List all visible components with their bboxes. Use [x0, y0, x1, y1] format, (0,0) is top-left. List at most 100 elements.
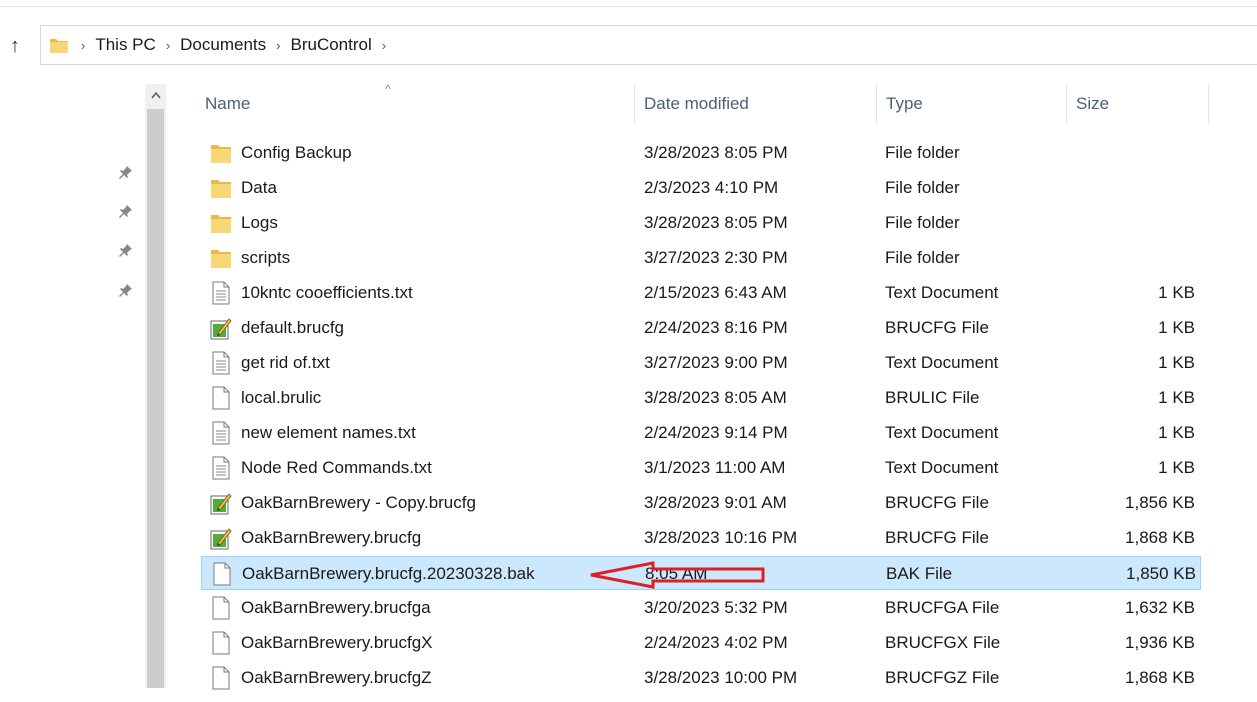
pin-icon[interactable]: [118, 242, 134, 258]
pin-icon[interactable]: [118, 164, 134, 180]
column-divider[interactable]: [1066, 84, 1067, 124]
file-date-modified: 3/28/2023 8:05 PM: [644, 213, 788, 232]
breadcrumb-this-pc[interactable]: This PC: [95, 35, 155, 55]
file-name: OakBarnBrewery.brucfga: [241, 598, 431, 617]
file-size: 1,850 KB: [1126, 564, 1196, 583]
folder-icon: [210, 246, 232, 270]
file-size: 1 KB: [1158, 353, 1195, 372]
file-type: File folder: [885, 178, 960, 197]
file-size: [1051, 241, 1195, 275]
file-name: local.brulic: [241, 388, 322, 407]
text-file-icon: [210, 351, 232, 375]
chevron-right-icon[interactable]: ›: [276, 38, 280, 53]
file-row[interactable]: scripts 3/27/2023 2:30 PM File folder: [201, 241, 1201, 275]
text-file-icon: [210, 281, 232, 305]
file-type: BAK File: [886, 564, 953, 583]
chevron-right-icon[interactable]: ›: [166, 38, 170, 53]
folder-icon: [49, 35, 69, 55]
file-size: 1,936 KB: [1125, 633, 1195, 652]
pin-icon[interactable]: [118, 203, 134, 219]
breadcrumb-brucontrol[interactable]: BruControl: [290, 35, 371, 55]
blank-file-icon: [210, 386, 232, 410]
file-size: [1051, 136, 1195, 170]
file-name: 10kntc cooefficients.txt: [241, 283, 413, 302]
breadcrumb-documents[interactable]: Documents: [180, 35, 266, 55]
column-size-header[interactable]: Size: [1068, 84, 1208, 124]
chevron-right-icon[interactable]: ›: [81, 38, 85, 53]
file-date-modified: 3/27/2023 2:30 PM: [644, 248, 788, 267]
column-divider[interactable]: [1208, 84, 1209, 124]
file-size: [1051, 171, 1195, 205]
file-size: 1 KB: [1158, 388, 1195, 407]
file-date-modified: 3/28/2023 10:16 PM: [644, 528, 798, 547]
text-file-icon: [210, 421, 232, 445]
file-type: Text Document: [885, 353, 999, 372]
file-row[interactable]: Logs 3/28/2023 8:05 PM File folder: [201, 206, 1201, 240]
file-row[interactable]: 10kntc cooefficients.txt 2/15/2023 6:43 A…: [201, 276, 1201, 310]
blank-file-icon: [211, 562, 233, 586]
edit-file-icon: [210, 526, 232, 550]
file-row[interactable]: local.brulic 3/28/2023 8:05 AM BRULIC File…: [201, 381, 1201, 415]
file-name: Config Backup: [241, 143, 352, 162]
blank-file-icon: [210, 596, 232, 620]
file-size: 1 KB: [1158, 458, 1195, 477]
file-row[interactable]: Config Backup 3/28/2023 8:05 PM File folde…: [201, 136, 1201, 170]
file-row[interactable]: default.brucfg 2/24/2023 8:16 PM BRUCFG Fi…: [201, 311, 1201, 345]
column-name-header[interactable]: Name: [197, 84, 634, 124]
file-name: OakBarnBrewery.brucfgX: [241, 633, 433, 652]
file-date-modified: 3/28/2023 10:00 PM: [644, 668, 798, 687]
column-date-header[interactable]: Date modified: [636, 84, 876, 124]
scroll-up-icon[interactable]: [145, 84, 166, 106]
file-size: [1051, 206, 1195, 240]
text-file-icon: [210, 456, 232, 480]
file-row[interactable]: OakBarnBrewery.brucfgZ 3/28/2023 10:00 PM…: [201, 661, 1201, 695]
file-date-modified: 3/1/2023 11:00 AM: [644, 458, 786, 477]
file-date-modified: 3/27/2023 9:00 PM: [644, 353, 788, 372]
column-header: ^ Name Date modified Type Size: [166, 82, 1257, 124]
edit-file-icon: [210, 491, 232, 515]
file-row[interactable]: Data 2/3/2023 4:10 PM File folder: [201, 171, 1201, 205]
file-name: OakBarnBrewery - Copy.brucfg: [241, 493, 476, 512]
file-type: Text Document: [885, 458, 999, 477]
file-date-modified: 3/28/2023 8:05 PM: [644, 143, 788, 162]
folder-icon: [210, 141, 232, 165]
file-type: File folder: [885, 248, 960, 267]
file-size: 1,632 KB: [1125, 598, 1195, 617]
scroll-thumb[interactable]: [147, 109, 164, 688]
file-date-modified: 2/24/2023 9:14 PM: [644, 423, 788, 442]
chevron-right-icon[interactable]: ›: [382, 38, 386, 53]
annotation-arrow-icon: [590, 561, 765, 589]
file-name: OakBarnBrewery.brucfg: [241, 528, 422, 547]
file-name: Logs: [241, 213, 278, 232]
address-bar[interactable]: › This PC › Documents › BruControl ›: [40, 25, 1257, 65]
blank-file-icon: [210, 666, 232, 690]
file-date-modified: 3/20/2023 5:32 PM: [644, 598, 788, 617]
edit-file-icon: [210, 316, 232, 340]
file-date-modified: 3/28/2023 8:05 AM: [644, 388, 787, 407]
column-divider[interactable]: [876, 84, 877, 124]
pin-icon[interactable]: [118, 282, 134, 298]
file-name: Node Red Commands.txt: [241, 458, 432, 477]
up-arrow-icon[interactable]: ↑: [4, 34, 26, 58]
file-row[interactable]: get rid of.txt 3/27/2023 9:00 PM Text Docu…: [201, 346, 1201, 380]
file-row[interactable]: OakBarnBrewery.brucfg 3/28/2023 10:16 PM B…: [201, 521, 1201, 555]
file-row[interactable]: OakBarnBrewery - Copy.brucfg 3/28/2023 9:…: [201, 486, 1201, 520]
file-name: get rid of.txt: [241, 353, 330, 372]
column-divider[interactable]: [634, 84, 635, 124]
file-type: BRUCFG File: [885, 493, 989, 512]
file-name: OakBarnBrewery.brucfgZ: [241, 668, 432, 687]
file-type: Text Document: [885, 283, 999, 302]
file-row[interactable]: Node Red Commands.txt 3/1/2023 11:00 AM Te…: [201, 451, 1201, 485]
file-name: scripts: [241, 248, 291, 267]
file-name: OakBarnBrewery.brucfg.20230328.bak: [242, 564, 535, 583]
file-date-modified: 2/24/2023 8:16 PM: [644, 318, 788, 337]
column-type-header[interactable]: Type: [878, 84, 1066, 124]
nav-scrollbar[interactable]: [145, 84, 166, 688]
blank-file-icon: [210, 631, 232, 655]
file-size: 1,868 KB: [1125, 528, 1195, 547]
file-type: Text Document: [885, 423, 999, 442]
file-row[interactable]: OakBarnBrewery.brucfga 3/20/2023 5:32 PM B…: [201, 591, 1201, 625]
file-row[interactable]: OakBarnBrewery.brucfgX 2/24/2023 4:02 PM B…: [201, 626, 1201, 660]
file-row[interactable]: new element names.txt 2/24/2023 9:14 PM Te…: [201, 416, 1201, 450]
file-type: BRUCFGA File: [885, 598, 1000, 617]
